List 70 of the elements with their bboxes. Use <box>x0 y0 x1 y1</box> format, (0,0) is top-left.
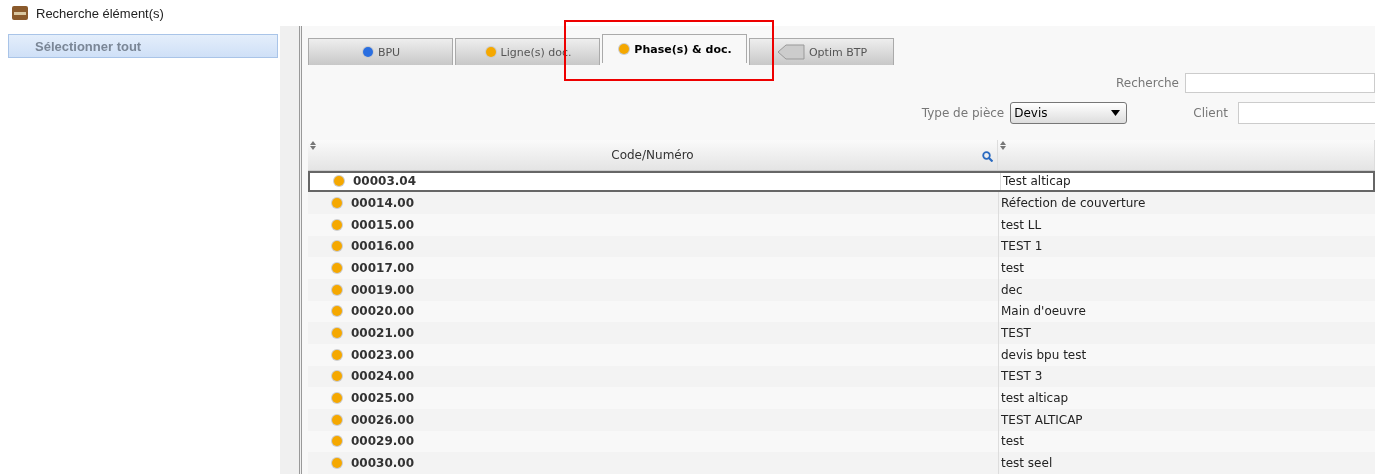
status-dot-icon <box>330 456 344 471</box>
table-row[interactable]: 00026.00 TEST ALTICAP <box>308 408 1375 431</box>
status-dot-icon <box>330 261 344 276</box>
table-row[interactable]: 00016.00 TEST 1 <box>308 235 1375 258</box>
status-dot-icon <box>330 304 344 319</box>
code-cell: 00017.00 <box>351 261 414 276</box>
table-row[interactable]: 00017.00 test <box>308 257 1375 279</box>
table-row[interactable]: 00003.04 Test alticap <box>308 170 1375 193</box>
label-cell: TEST ALTICAP <box>1001 412 1083 427</box>
table-row[interactable]: 00030.00 test seel <box>308 452 1375 474</box>
table-row[interactable]: 00015.00 test LL <box>308 213 1375 236</box>
code-cell: 00024.00 <box>351 369 414 384</box>
client-field[interactable] <box>1238 102 1375 125</box>
label-cell: test <box>1001 261 1025 276</box>
status-dot-icon <box>330 369 344 384</box>
type-label: Type de pièce <box>921 106 1005 121</box>
tab[interactable]: Phase(s) & doc. <box>602 34 747 63</box>
label-cell: Test alticap <box>1003 174 1071 189</box>
tab[interactable]: Optim BTP <box>749 38 894 65</box>
code-cell: 00029.00 <box>351 434 414 449</box>
status-dot-icon <box>330 196 344 211</box>
status-dot-icon <box>330 326 344 341</box>
code-cell: 00030.00 <box>351 456 414 471</box>
status-dot-icon <box>330 391 344 406</box>
label-cell: dec <box>1001 282 1023 297</box>
tab[interactable]: BPU <box>308 38 453 65</box>
code-cell: 00020.00 <box>351 304 414 319</box>
label-cell: Réfection de couverture <box>1001 196 1146 211</box>
label-cell: TEST 1 <box>1001 239 1043 254</box>
splitter-bar[interactable] <box>280 26 302 474</box>
search-field[interactable] <box>1185 72 1375 93</box>
window-title: Recherche élément(s) <box>36 5 164 21</box>
dropdown-arrow-icon <box>1111 110 1121 117</box>
code-cell: 00019.00 <box>351 282 414 297</box>
status-dot-icon <box>330 239 344 254</box>
code-cell: 00021.00 <box>351 326 414 341</box>
sort-icon[interactable] <box>1000 140 1006 150</box>
code-cell: 00025.00 <box>351 391 414 406</box>
label-cell: test <box>1001 434 1025 449</box>
label-cell: Main d'oeuvre <box>1001 304 1086 319</box>
status-dot-icon <box>330 347 344 362</box>
status-dot-icon <box>330 412 344 427</box>
table-row[interactable]: 00021.00 TEST <box>308 322 1375 344</box>
app-icon <box>12 6 28 20</box>
label-cell: TEST 3 <box>1001 369 1043 384</box>
table-row[interactable]: 00025.00 test alticap <box>308 387 1375 409</box>
code-cell: 00015.00 <box>351 217 414 232</box>
table-row[interactable]: 00019.00 dec <box>308 278 1375 301</box>
label-cell: test alticap <box>1001 391 1069 406</box>
type-dropdown[interactable]: Devis <box>1010 102 1128 125</box>
search-label: Recherche <box>1115 75 1179 90</box>
code-cell: 00026.00 <box>351 412 414 427</box>
code-cell: 00023.00 <box>351 347 414 362</box>
client-label: Client <box>1193 106 1228 121</box>
sort-icon[interactable] <box>310 140 316 150</box>
label-cell: TEST <box>1001 326 1031 341</box>
code-cell: 00016.00 <box>351 239 414 254</box>
table-row[interactable]: 00024.00 TEST 3 <box>308 365 1375 388</box>
status-dot-icon <box>330 282 344 297</box>
table-row[interactable]: 00014.00 Réfection de couverture <box>308 192 1375 214</box>
code-cell: 00014.00 <box>351 196 414 211</box>
label-cell: test LL <box>1001 217 1042 232</box>
table-row[interactable]: 00023.00 devis bpu test <box>308 343 1375 366</box>
search-icon[interactable] <box>982 150 993 162</box>
code-cell: 00003.04 <box>353 174 416 189</box>
status-dot-icon <box>332 174 346 189</box>
label-cell: test seel <box>1001 456 1053 471</box>
status-dot-icon <box>330 217 344 232</box>
label-cell: devis bpu test <box>1001 347 1087 362</box>
status-dot-icon <box>330 434 344 449</box>
